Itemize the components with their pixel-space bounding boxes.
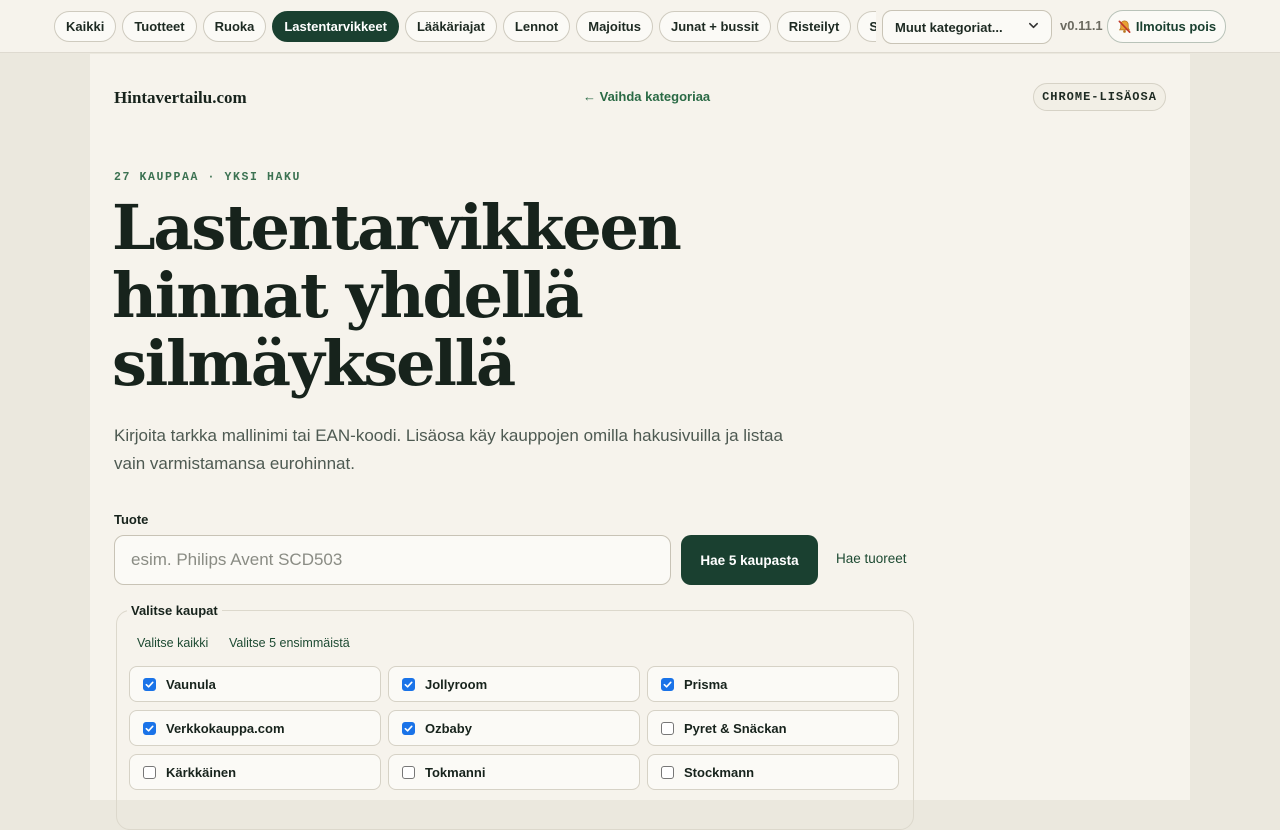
category-chips: Kaikki Tuotteet Ruoka Lastentarvikkeet L… xyxy=(54,11,876,43)
product-field-label: Tuote xyxy=(114,512,149,527)
store-option[interactable]: Kärkkäinen xyxy=(129,754,381,790)
fetch-fresh-link[interactable]: Hae tuoreet xyxy=(836,551,907,566)
store-checkbox[interactable] xyxy=(402,721,415,735)
store-name: Pyret & Snäckan xyxy=(684,720,787,736)
chip-laakariajat[interactable]: Lääkäriajat xyxy=(404,11,497,42)
store-name: Ozbaby xyxy=(425,720,472,736)
chip-junat-bussit[interactable]: Junat + bussit xyxy=(658,11,771,42)
notify-toggle-button[interactable]: Ilmoitus pois xyxy=(1107,10,1226,43)
store-name: Tokmanni xyxy=(425,764,486,780)
store-name: Stockmann xyxy=(684,764,755,780)
store-option[interactable]: Vaunula xyxy=(129,666,381,702)
store-name: Jollyroom xyxy=(425,676,488,692)
chip-risteilyt[interactable]: Risteilyt xyxy=(776,11,852,42)
store-checkbox[interactable] xyxy=(143,721,156,735)
chrome-extension-badge: CHROME-LISÄOSA xyxy=(1033,83,1166,111)
store-checkbox[interactable] xyxy=(661,721,674,735)
store-option[interactable]: Pyret & Snäckan xyxy=(647,710,899,746)
chip-majoitus[interactable]: Majoitus xyxy=(576,11,653,42)
store-checkbox[interactable] xyxy=(661,677,674,691)
store-option[interactable]: Ozbaby xyxy=(388,710,640,746)
chip-lennot[interactable]: Lennot xyxy=(502,11,571,42)
store-grid: Vaunula Jollyroom Prisma Verkkokauppa.com Oz… xyxy=(129,666,899,790)
store-option[interactable]: Stockmann xyxy=(647,754,899,790)
store-checkbox[interactable] xyxy=(143,677,156,691)
select-all-stores-button[interactable]: Valitse kaikki xyxy=(137,636,208,650)
store-option[interactable]: Prisma xyxy=(647,666,899,702)
brand-logo[interactable]: Hintavertailu.com xyxy=(114,88,247,108)
chevron-down-icon xyxy=(1028,20,1039,34)
store-name: Vaunula xyxy=(166,676,216,692)
store-option[interactable]: Jollyroom xyxy=(388,666,640,702)
page-title: Lastentarvikkeen hinnat yhdellä silmäyks… xyxy=(112,191,682,400)
chip-lastentarvikkeet[interactable]: Lastentarvikkeet xyxy=(272,11,399,42)
main-panel: Hintavertailu.com ← Vaihda kategoriaa CH… xyxy=(90,54,1190,830)
chip-tuotteet[interactable]: Tuotteet xyxy=(122,11,197,42)
store-name: Kärkkäinen xyxy=(166,764,237,780)
store-name: Verkkokauppa.com xyxy=(166,720,285,736)
switch-category-link[interactable]: ← Vaihda kategoriaa xyxy=(583,89,710,104)
store-checkbox[interactable] xyxy=(143,765,156,779)
search-stores-button[interactable]: Hae 5 kaupasta xyxy=(681,535,818,585)
notify-toggle-label: Ilmoitus pois xyxy=(1135,19,1217,34)
store-selection-legend: Valitse kaupat xyxy=(127,603,222,618)
store-checkbox[interactable] xyxy=(402,765,415,779)
chip-kaikki[interactable]: Kaikki xyxy=(54,11,117,42)
store-checkbox[interactable] xyxy=(661,765,674,779)
category-bar: Kaikki Tuotteet Ruoka Lastentarvikkeet L… xyxy=(0,0,1280,53)
store-option[interactable]: Tokmanni xyxy=(388,754,640,790)
store-option[interactable]: Verkkokauppa.com xyxy=(129,710,381,746)
version-label: v0.11.1 xyxy=(1060,18,1103,33)
page-description: Kirjoita tarkka mallinimi tai EAN-koodi.… xyxy=(114,426,783,473)
bell-off-icon xyxy=(1117,19,1132,34)
store-checkbox[interactable] xyxy=(402,677,415,691)
chip-sahko[interactable]: Sähkö xyxy=(857,11,876,42)
chip-ruoka[interactable]: Ruoka xyxy=(202,11,267,42)
store-count-eyebrow: 27 KAUPPAA · YKSI HAKU xyxy=(114,171,302,184)
store-name: Prisma xyxy=(684,676,728,692)
category-select-value: Muut kategoriat... xyxy=(895,19,1003,35)
select-first-five-button[interactable]: Valitse 5 ensimmäistä xyxy=(229,636,350,650)
category-select[interactable]: Muut kategoriat... xyxy=(882,10,1052,44)
product-search-input[interactable] xyxy=(114,535,671,585)
